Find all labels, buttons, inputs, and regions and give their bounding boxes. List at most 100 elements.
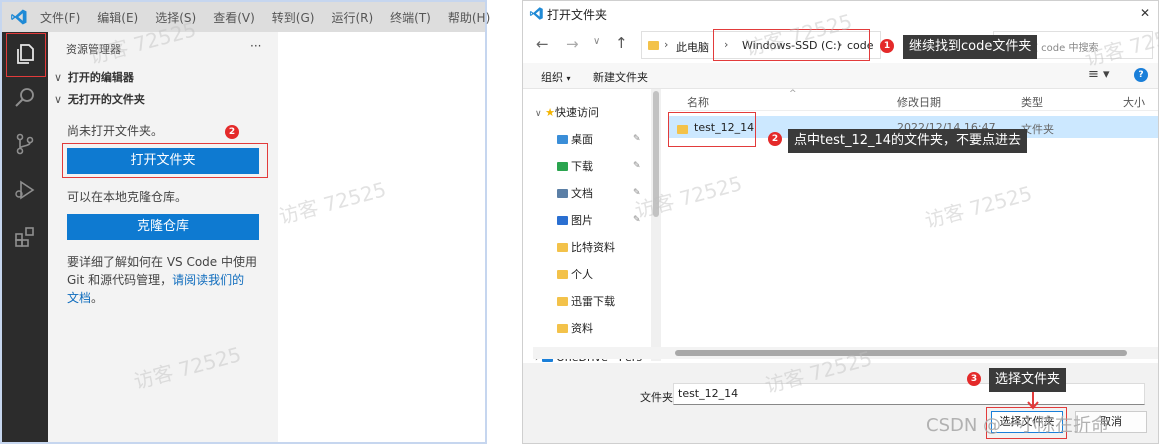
chevron-down-icon: ∨ [54,93,63,106]
nav-desktop[interactable]: 桌面 [557,131,593,147]
menu-edit[interactable]: 编辑(E) [97,9,138,26]
open-folder-dialog: 打开文件夹 ✕ ← → ∨ ↑ › 此电脑 › Windows-SSD (C:)… [522,0,1159,444]
explorer-title: 资源管理器 [66,43,121,56]
vscode-logo-icon [529,7,543,20]
dialog-titlebar: 打开文件夹 ✕ [523,1,1158,27]
folder-label: 文件夹: [640,391,677,404]
git-help-line3: 文档。 [67,291,104,305]
annotation-file-box [668,112,756,147]
pin-icon[interactable]: ✎ [633,215,641,225]
sort-arrow-icon: ^ [789,89,797,99]
activity-bar [2,32,48,442]
source-control-icon[interactable] [13,132,37,156]
run-debug-icon[interactable] [13,178,37,202]
clone-repo-button[interactable]: 克隆仓库 [67,214,259,240]
section-no-folder[interactable]: ∨ 无打开的文件夹 [54,91,145,107]
folder-icon [557,297,568,306]
col-date[interactable]: 修改日期 [897,94,941,110]
nav-scrollbar[interactable] [651,89,661,361]
vscode-titlebar: 文件(F) 编辑(E) 选择(S) 查看(V) 转到(G) 运行(R) 终端(T… [2,2,490,32]
csdn-watermark: CSDN @一小陈在折命 [926,415,1110,436]
nav-quick-access[interactable]: ∨ ★快速访问 [535,104,599,120]
search-placeholder: 在 code 中搜索 [1028,43,1099,54]
nav-folder[interactable]: 个人 [557,266,593,282]
column-header-row: 名称 ^ 修改日期 类型 大小 [669,89,1158,111]
editor-area [278,32,485,442]
close-icon[interactable]: ✕ [1140,6,1150,20]
breadcrumb-this-pc[interactable]: 此电脑 [676,39,709,55]
nav-documents[interactable]: 文档 [557,185,593,201]
annotation-badge-2: 2 [768,132,782,146]
col-size[interactable]: 大小 [1123,94,1145,110]
nav-folder[interactable]: 迅雷下载 [557,293,615,309]
help-icon[interactable]: ? [1134,68,1148,82]
read-docs-link[interactable]: 请阅读我们的 [172,273,244,287]
horizontal-scrollbar[interactable] [533,347,1158,359]
vscode-window: 文件(F) 编辑(E) 选择(S) 查看(V) 转到(G) 运行(R) 终端(T… [0,0,490,444]
annotation-step1: 继续找到code文件夹 [903,35,1038,59]
annotation-badge-3: 3 [967,372,981,386]
pin-icon[interactable]: ✎ [633,161,641,171]
pin-icon[interactable]: ✎ [633,134,641,144]
search-icon[interactable] [13,85,37,109]
organize-button[interactable]: 组织 ▾ [541,69,571,85]
arrow-down-icon [1027,392,1039,410]
annotation-step2: 点中test_12_14的文件夹，不要点进去 [788,129,1028,153]
annotation-badge-2: 2 [225,125,239,139]
extensions-icon[interactable] [13,224,37,248]
nav-pictures[interactable]: 图片 [557,212,593,228]
annotation-open-folder-box [62,143,268,178]
documents-icon [557,189,568,198]
forward-arrow-icon[interactable]: → [566,35,579,53]
folder-icon [557,243,568,252]
explorer-sidebar: 资源管理器 ··· ∨ 打开的编辑器 ∨ 无打开的文件夹 尚未打开文件夹。 2 … [48,32,278,442]
menu-run[interactable]: 运行(R) [331,9,373,26]
no-folder-message: 尚未打开文件夹。 [67,124,164,138]
recent-dropdown-icon[interactable]: ∨ [593,36,600,47]
dialog-title: 打开文件夹 [547,8,608,22]
menu-file[interactable]: 文件(F) [40,9,80,26]
pin-icon[interactable]: ✎ [633,188,641,198]
chevron-down-icon: ∨ [54,71,63,84]
annotation-explorer-box [6,33,46,77]
up-arrow-icon[interactable]: ↑ [615,34,628,52]
back-arrow-icon[interactable]: ← [536,35,549,53]
folder-name-input[interactable]: test_12_14 [673,383,1145,405]
nav-folder[interactable]: 资料 [557,320,593,336]
annotation-step3: 选择文件夹 [989,368,1067,392]
menu-help[interactable]: 帮助(H) [448,9,490,26]
folder-icon [557,324,568,333]
file-list: 名称 ^ 修改日期 类型 大小 test_12_14 2022/12/14 16… [668,89,1158,349]
h-scroll-thumb[interactable] [675,350,1127,356]
nav-scroll-thumb[interactable] [653,91,659,217]
vscode-logo-icon [11,9,27,25]
folder-icon [557,270,568,279]
menu-selection[interactable]: 选择(S) [155,9,196,26]
menu-view[interactable]: 查看(V) [213,9,255,26]
address-row: ← → ∨ ↑ › 此电脑 › Windows-SSD (C:) › code … [523,27,1158,63]
section-open-editors[interactable]: ∨ 打开的编辑器 [54,69,134,85]
docs-link[interactable]: 文档 [67,291,91,305]
col-name[interactable]: 名称 [687,94,709,110]
menu-bar: 文件(F) 编辑(E) 选择(S) 查看(V) 转到(G) 运行(R) 终端(T… [40,9,507,26]
desktop-icon [557,135,568,144]
new-folder-button[interactable]: 新建文件夹 [593,69,648,85]
git-help-line2: Git 和源代码管理，请阅读我们的 [67,273,245,287]
navigation-pane: ∨ ★快速访问 桌面 下载 文档 图片 比特资料 个人 迅雷下载 资料 › On… [523,89,651,369]
download-icon [557,162,568,171]
git-help-line1: 要详细了解如何在 VS Code 中使用 [67,255,257,269]
nav-folder[interactable]: 比特资料 [557,239,615,255]
folder-name-value: test_12_14 [678,387,739,400]
col-type[interactable]: 类型 [1021,94,1043,110]
annotation-path-box [713,29,870,61]
view-options-icon[interactable]: ≡ ▾ [1088,67,1110,82]
nav-downloads[interactable]: 下载 [557,158,593,174]
chevron-down-icon: ▾ [566,74,571,83]
menu-terminal[interactable]: 终端(T) [390,9,431,26]
clone-message: 可以在本地克隆仓库。 [67,190,188,204]
pictures-icon [557,216,568,225]
menu-go[interactable]: 转到(G) [272,9,315,26]
dialog-toolbar: 组织 ▾ 新建文件夹 ≡ ▾ ? [523,63,1158,89]
more-actions-icon[interactable]: ··· [250,39,261,53]
star-icon: ★ [545,106,555,119]
